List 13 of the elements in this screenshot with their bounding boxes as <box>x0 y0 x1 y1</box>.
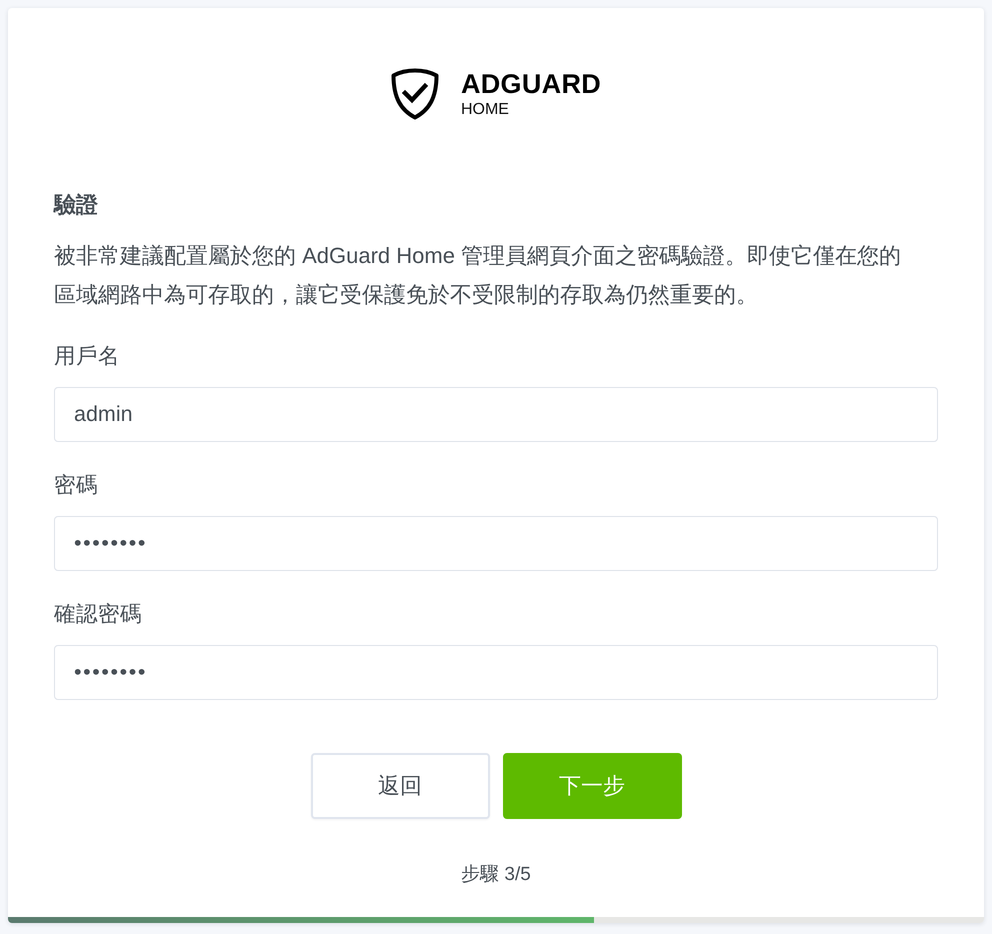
logo-title: ADGUARD <box>460 69 602 99</box>
back-button[interactable]: 返回 <box>310 753 490 819</box>
password-field[interactable]: •••••••• <box>54 516 938 571</box>
logo-subtitle: HOME <box>460 101 509 119</box>
field-label: 用戶名 <box>54 343 120 370</box>
password-field[interactable]: •••••••• <box>54 645 938 700</box>
section-title: 驗證 <box>54 191 99 219</box>
step-counter: 步驟 3/5 <box>461 863 531 887</box>
field-label: 確認密碼 <box>54 601 142 628</box>
section-description: 被非常建議配置屬於您的 AdGuard Home 管理員網頁介面之密碼驗證。即使它僅在您的區域網路中為可存取的，讓它受保護免於不受限制的存取為仍然重要的。 <box>54 242 902 309</box>
shield-check-icon <box>390 68 439 120</box>
field-label: 密碼 <box>54 472 98 499</box>
input-field[interactable]: admin <box>54 387 938 442</box>
